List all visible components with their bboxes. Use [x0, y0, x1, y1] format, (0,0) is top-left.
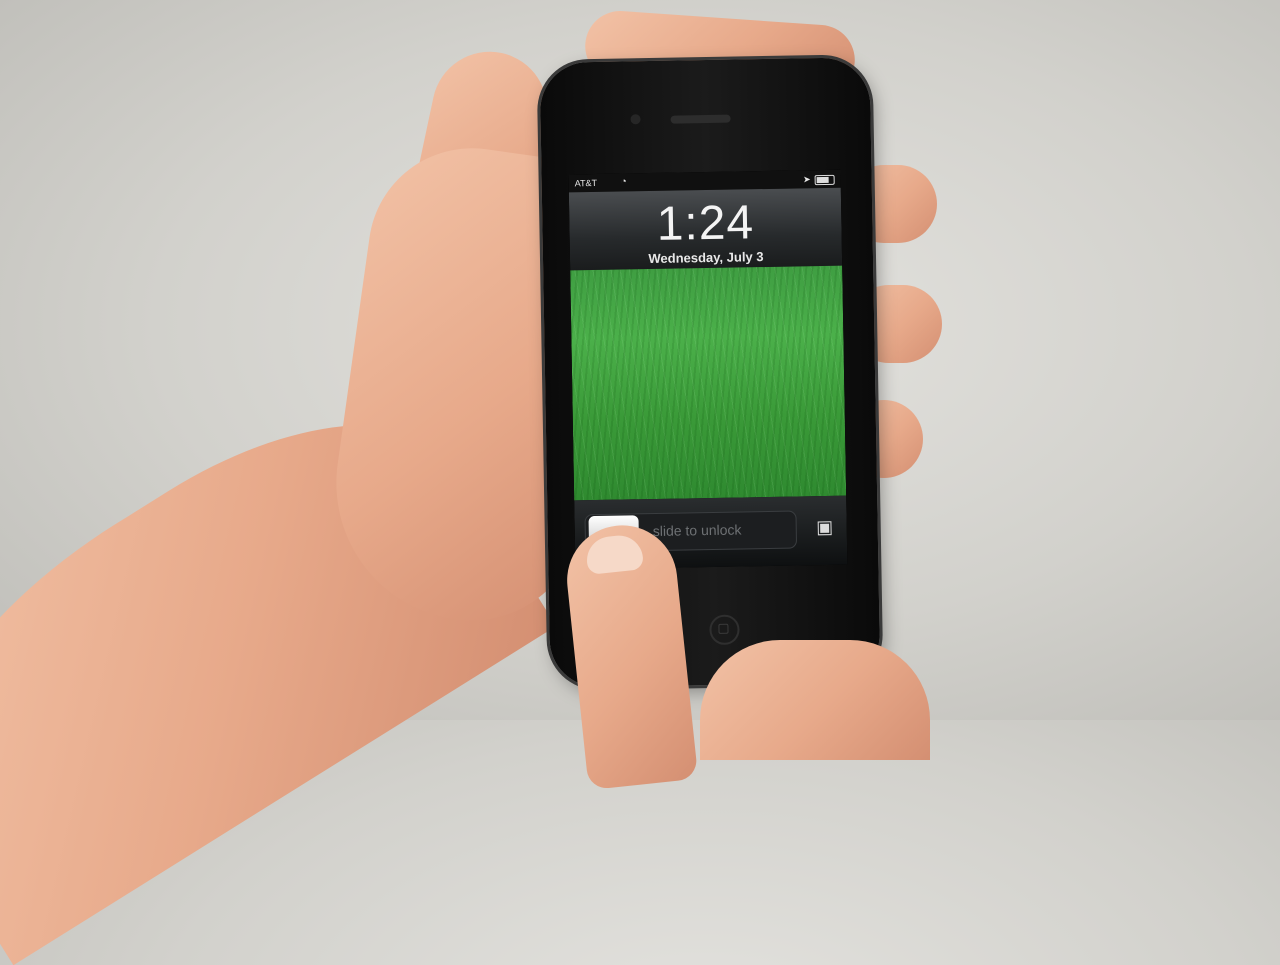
- battery-icon: [814, 174, 835, 186]
- earpiece-speaker: [670, 114, 731, 124]
- clock-band: 1:24 Wednesday, July 3: [568, 187, 843, 271]
- grass-wallpaper: [570, 265, 847, 501]
- lock-time: 1:24: [656, 196, 755, 251]
- photo-scene: AT&T ◔ ➤ 1:24 Wednesday, July 3 slide to…: [0, 0, 1280, 965]
- fingernail: [584, 533, 645, 575]
- front-camera: [630, 114, 641, 125]
- home-button[interactable]: [709, 614, 740, 646]
- slide-to-unlock-label: slide to unlock: [652, 521, 742, 540]
- location-arrow-icon: ➤: [803, 174, 811, 185]
- camera-icon[interactable]: ▣: [811, 516, 839, 538]
- carrier-label: AT&T: [574, 177, 598, 189]
- lower-hand: [700, 640, 930, 760]
- wifi-icon: ◔: [620, 176, 627, 188]
- lock-screen: AT&T ◔ ➤ 1:24 Wednesday, July 3 slide to…: [568, 169, 848, 570]
